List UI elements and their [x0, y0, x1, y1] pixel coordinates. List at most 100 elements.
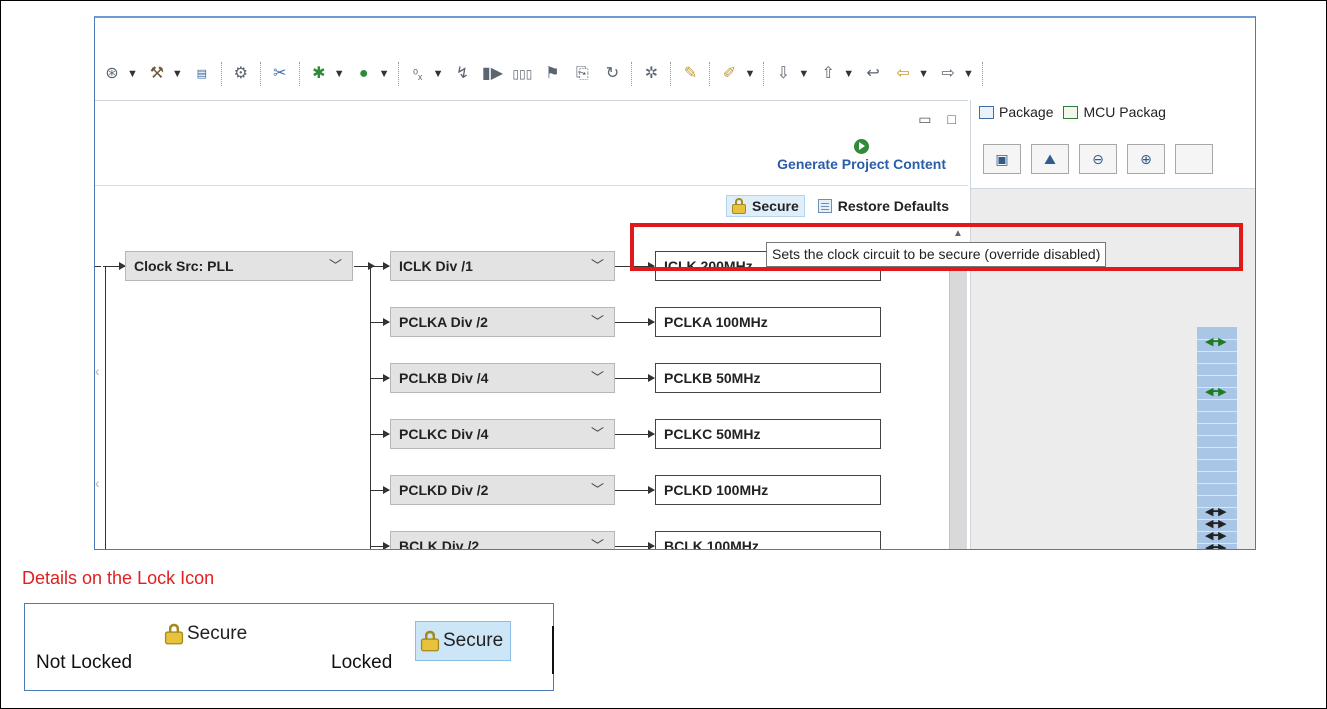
lock-icon	[732, 198, 747, 214]
dropdown-arrow-icon[interactable]: ▼	[334, 68, 345, 80]
satellite-icon[interactable]: ✂	[269, 63, 291, 85]
bclk-output: BCLK 100MHz	[655, 531, 881, 550]
generate-project-content-label: Generate Project Content	[777, 156, 946, 172]
pclkb-output-value: PCLKB 50MHz	[664, 370, 761, 386]
save-image-button[interactable]: ▣	[983, 144, 1021, 174]
connector-arrow	[371, 318, 390, 326]
minimize-icon[interactable]: ▭	[918, 111, 931, 128]
vertical-scrollbar[interactable]	[949, 250, 967, 549]
divider	[95, 185, 968, 186]
dropdown-arrow-icon[interactable]: ▼	[798, 68, 809, 80]
secure-locked-label: Secure	[443, 630, 504, 651]
secure-button-unlocked[interactable]: Secure	[160, 621, 254, 647]
ide-screenshot: ⊛ ▼ ⚒ ▼ ▤ ⚙ ✂ ✱ ▼ ● ▼ ⁰ₓ ▼ ↯ ▮▶ ▯▯▯ ⚑ ⎘ ↻ ✲ ✎…	[94, 16, 1256, 550]
connector-arrow	[371, 542, 390, 549]
pclkc-divider-select[interactable]: PCLKC Div /4 ﹀	[390, 419, 615, 449]
pclka-output-value: PCLKA 100MHz	[664, 314, 768, 330]
chevron-down-icon: ﹀	[328, 258, 342, 273]
toolbar-separator	[298, 62, 300, 86]
pen-icon[interactable]: ✎	[679, 63, 701, 85]
iclk-divider-value: ICLK Div /1	[399, 258, 473, 274]
connector-arrow	[615, 318, 655, 326]
refresh-icon[interactable]: ↻	[601, 63, 623, 85]
clock-actions: Secure Restore Defaults	[726, 195, 954, 217]
connector-arrow	[371, 374, 390, 382]
hammer-build-icon[interactable]: ⚒	[146, 63, 168, 85]
pencil-icon[interactable]: ✐	[718, 63, 740, 85]
pin-arrow-icon[interactable]: ◀━▶	[1205, 335, 1227, 348]
main-toolbar: ⊛ ▼ ⚒ ▼ ▤ ⚙ ✂ ✱ ▼ ● ▼ ⁰ₓ ▼ ↯ ▮▶ ▯▯▯ ⚑ ⎘ ↻ ✲ ✎…	[95, 50, 1255, 98]
clock-source-select[interactable]: Clock Src: PLL ﹀	[125, 251, 353, 281]
dropdown-arrow-icon[interactable]: ▼	[172, 68, 183, 80]
lock-icon	[164, 623, 184, 645]
pin-arrow-icon[interactable]: ◀━▶	[1205, 385, 1227, 398]
connector-line	[95, 266, 101, 267]
toolbar-separator	[631, 62, 633, 86]
toolbar-separator	[259, 62, 261, 86]
pclkb-divider-select[interactable]: PCLKB Div /4 ﹀	[390, 363, 615, 393]
run-icon[interactable]: ●	[353, 63, 375, 85]
resume-icon[interactable]: ▮▶	[481, 63, 503, 85]
dropdown-arrow-icon[interactable]: ▼	[127, 68, 138, 80]
restore-defaults-button[interactable]: Restore Defaults	[813, 196, 954, 216]
dropdown-arrow-icon[interactable]: ▼	[918, 68, 929, 80]
disconnect-icon[interactable]: ⎘	[571, 63, 593, 85]
secure-button-locked[interactable]: Secure	[415, 621, 512, 661]
pclkd-divider-select[interactable]: PCLKD Div /2 ﹀	[390, 475, 615, 505]
restore-defaults-icon	[817, 199, 832, 213]
pclkd-divider-value: PCLKD Div /2	[399, 482, 489, 498]
back-arrow-icon[interactable]: ⇦	[892, 63, 914, 85]
dropdown-arrow-icon[interactable]: ▼	[843, 68, 854, 80]
dropdown-arrow-icon[interactable]: ▼	[744, 68, 755, 80]
zoom-in-button[interactable]: ⊕	[1127, 144, 1165, 174]
target-icon[interactable]: ⊛	[101, 63, 123, 85]
iclk-divider-select[interactable]: ICLK Div /1 ﹀	[390, 251, 615, 281]
tools-icon[interactable]: ✲	[640, 63, 662, 85]
forward-arrow-icon[interactable]: ⇨	[937, 63, 959, 85]
fit-view-button[interactable]: ⛰	[1031, 144, 1069, 174]
variables-icon[interactable]: ⁰ₓ	[407, 63, 429, 85]
locked-label: Locked	[331, 652, 393, 673]
restore-defaults-label: Restore Defaults	[837, 198, 949, 214]
tab-package[interactable]: Package	[979, 104, 1053, 120]
last-edit-icon[interactable]: ↩	[862, 63, 884, 85]
secure-button[interactable]: Secure	[726, 195, 805, 217]
pin-arrow-icon[interactable]: ◀━▶	[1205, 541, 1227, 549]
step-icon[interactable]: ↯	[451, 63, 473, 85]
maximize-icon[interactable]: □	[948, 111, 956, 128]
package-toolbar: ▣ ⛰ ⊖ ⊕	[983, 144, 1213, 174]
chevron-down-icon: ﹀	[590, 370, 604, 385]
play-icon	[854, 139, 870, 154]
pclkb-output: PCLKB 50MHz	[655, 363, 881, 393]
lock-icon	[420, 630, 440, 652]
binary-file-icon[interactable]: ▤	[191, 63, 213, 85]
gear-icon[interactable]: ⚙	[230, 63, 252, 85]
dropdown-arrow-icon[interactable]: ▼	[379, 68, 390, 80]
pclkc-output-value: PCLKC 50MHz	[664, 426, 761, 442]
dropdown-arrow-icon[interactable]: ▼	[963, 68, 974, 80]
memory-icon[interactable]: ▯▯▯	[511, 63, 533, 85]
connector-arrow	[615, 374, 655, 382]
zoom-out-button[interactable]: ⊖	[1079, 144, 1117, 174]
generate-project-content-button[interactable]: Generate Project Content	[777, 139, 946, 172]
chevron-down-icon: ﹀	[590, 426, 604, 441]
pclka-divider-select[interactable]: PCLKA Div /2 ﹀	[390, 307, 615, 337]
bclk-output-value: BCLK 100MHz	[664, 538, 759, 550]
debug-bug-icon[interactable]: ✱	[308, 63, 330, 85]
mountain-icon: ⛰	[1044, 150, 1056, 167]
previous-annotation-icon[interactable]: ⇧	[817, 63, 839, 85]
bclk-divider-value: BCLK Div /2	[399, 538, 480, 550]
connect-icon[interactable]: ⚑	[541, 63, 563, 85]
toolbar-separator	[709, 62, 711, 86]
next-annotation-icon[interactable]: ⇩	[772, 63, 794, 85]
dropdown-arrow-icon[interactable]: ▼	[433, 68, 444, 80]
connector-arrow	[103, 262, 126, 270]
chevron-down-icon: ﹀	[590, 538, 604, 550]
bclk-divider-select[interactable]: BCLK Div /2 ﹀	[390, 531, 615, 550]
more-tool-button[interactable]	[1175, 144, 1213, 174]
collapsed-branch-icon: ‹	[95, 363, 100, 379]
tab-mcu-package[interactable]: MCU Packag	[1063, 104, 1166, 120]
not-locked-label: Not Locked	[36, 652, 133, 673]
connector-arrow	[371, 430, 390, 438]
chevron-down-icon: ﹀	[590, 482, 604, 497]
